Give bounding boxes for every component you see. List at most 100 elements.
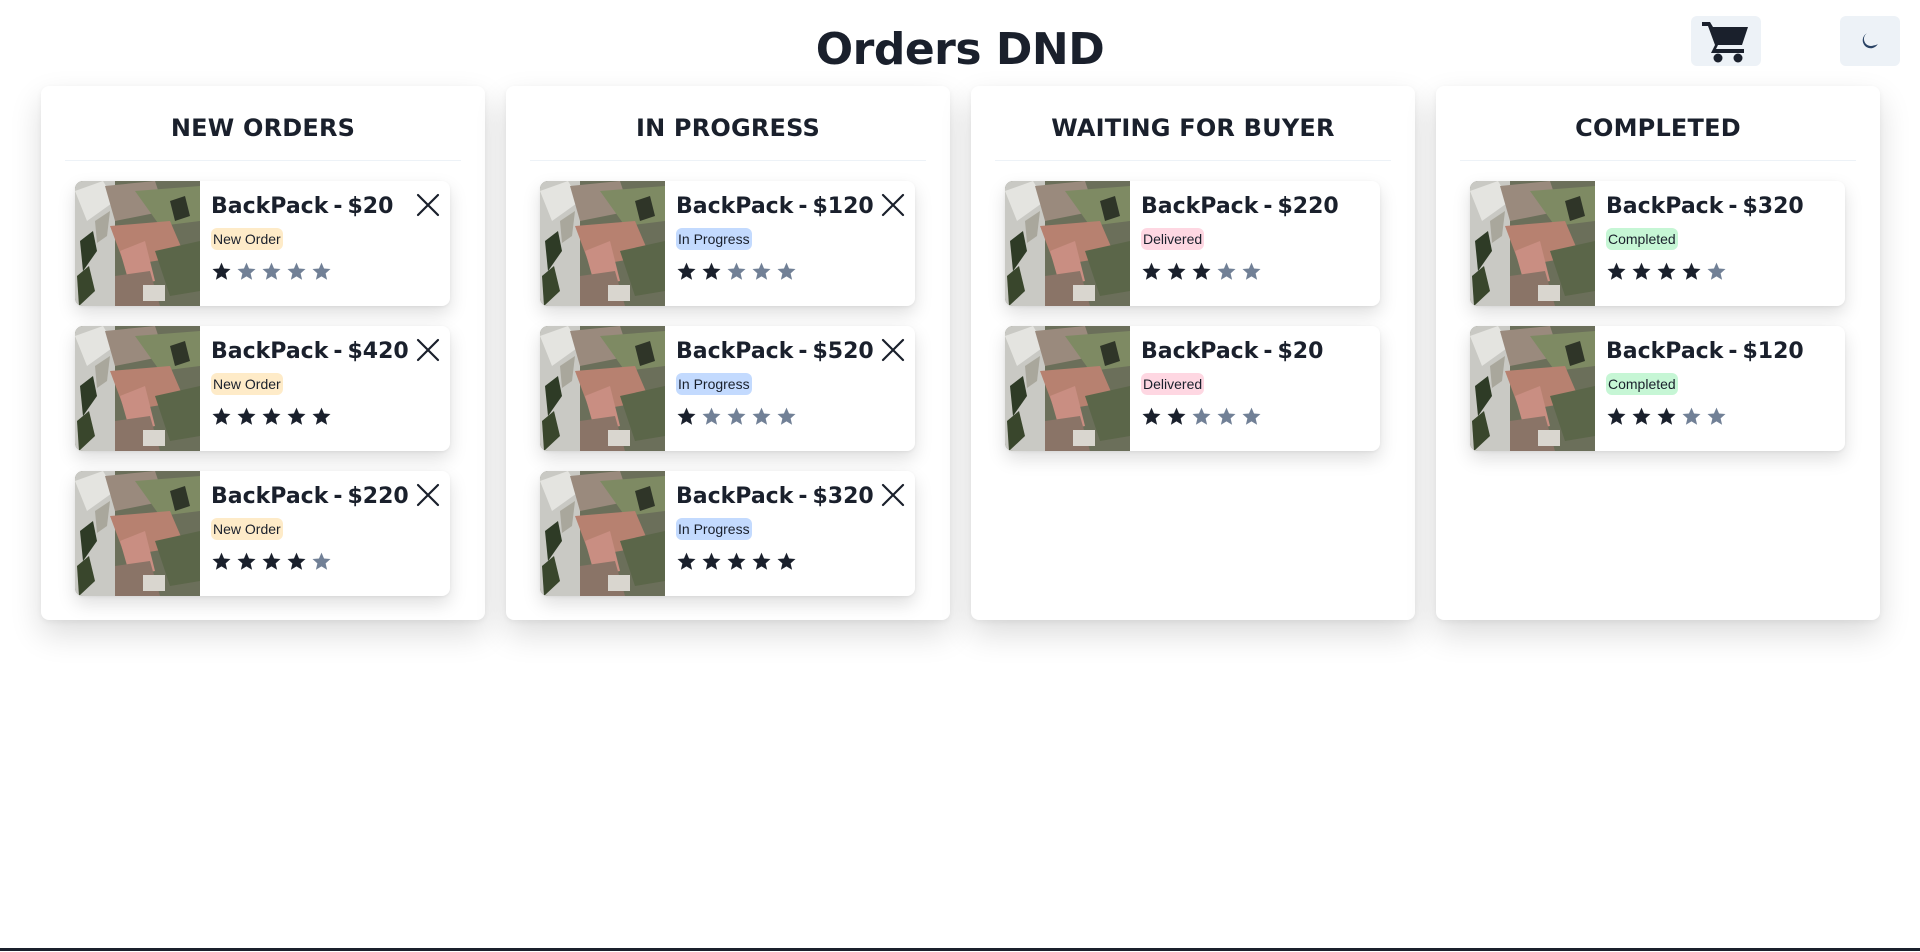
card-title: BackPack - $320 [1606,189,1845,225]
title-separator: - [333,339,343,364]
card-body: BackPack - $120 Completed [1595,326,1845,451]
status-badge: Completed [1606,373,1678,395]
star-icon [1142,407,1161,425]
title-separator: - [1728,194,1738,219]
rating-stars [1141,406,1380,427]
order-card[interactable]: BackPack - $220 New Order [75,471,450,596]
rating-stars [1141,261,1380,282]
star-icon [237,407,256,425]
star-icon [727,262,746,280]
star-icon [1192,262,1211,280]
backpack-image [540,181,665,306]
column-waiting-for-buyer[interactable]: WAITING FOR BUYER BackPack - $220 Delivered B… [971,86,1415,620]
card-title: BackPack - $120 [1606,334,1845,370]
column-completed[interactable]: COMPLETED BackPack - $320 Completed BackPack -… [1436,86,1880,620]
order-card[interactable]: BackPack - $520 In Progress [540,326,915,451]
product-price: $120 [812,194,874,219]
column-new-orders[interactable]: NEW ORDERS BackPack - $20 New Order BackPack -… [41,86,485,620]
star-icon [287,262,306,280]
order-card[interactable]: BackPack - $220 Delivered [1005,181,1380,306]
star-icon [677,262,696,280]
star-icon [1707,407,1726,425]
card-body: BackPack - $20 Delivered [1130,326,1380,451]
remove-order-button[interactable] [877,479,909,511]
title-separator: - [333,194,343,219]
star-icon [312,407,331,425]
backpack-image [1005,181,1130,306]
title-separator: - [798,339,808,364]
rating-stars [211,406,450,427]
product-name: BackPack [211,194,329,219]
star-icon [702,407,721,425]
column-in-progress[interactable]: IN PROGRESS BackPack - $120 In Progress BackP… [506,86,950,620]
close-icon [416,483,440,507]
order-card[interactable]: BackPack - $320 Completed [1470,181,1845,306]
star-icon [727,407,746,425]
card-list: BackPack - $320 Completed BackPack - $120 Compl… [1460,161,1856,451]
star-icon [237,552,256,570]
star-icon [1607,407,1626,425]
star-icon [777,262,796,280]
card-title: BackPack - $220 [1141,189,1380,225]
column-title: NEW ORDERS [65,86,461,161]
status-badge: In Progress [676,518,752,540]
rating-stars [676,551,915,572]
backpack-image [540,471,665,596]
theme-toggle-button[interactable] [1840,16,1900,66]
rating-stars [211,551,450,572]
product-price: $320 [812,484,874,509]
star-icon [1167,262,1186,280]
product-name: BackPack [676,339,794,364]
star-icon [1632,262,1651,280]
product-name: BackPack [676,484,794,509]
remove-order-button[interactable] [412,189,444,221]
star-icon [1217,262,1236,280]
remove-order-button[interactable] [412,479,444,511]
title-separator: - [798,194,808,219]
card-list: BackPack - $120 In Progress BackPack - $520 In … [530,161,926,596]
status-badge: In Progress [676,373,752,395]
order-card[interactable]: BackPack - $320 In Progress [540,471,915,596]
star-icon [1657,407,1676,425]
remove-order-button[interactable] [412,334,444,366]
close-icon [416,193,440,217]
star-icon [287,407,306,425]
product-price: $20 [347,194,394,219]
rating-stars [211,261,450,282]
order-card[interactable]: BackPack - $120 In Progress [540,181,915,306]
star-icon [262,407,281,425]
product-price: $20 [1277,339,1324,364]
product-price: $520 [812,339,874,364]
product-name: BackPack [211,339,329,364]
title-separator: - [1263,194,1273,219]
star-icon [702,552,721,570]
card-title: BackPack - $20 [1141,334,1380,370]
star-icon [312,262,331,280]
star-icon [1242,262,1261,280]
star-icon [777,407,796,425]
star-icon [262,262,281,280]
title-separator: - [798,484,808,509]
star-icon [752,262,771,280]
moon-icon [1862,33,1878,49]
product-name: BackPack [1141,194,1259,219]
remove-order-button[interactable] [877,334,909,366]
order-card[interactable]: BackPack - $420 New Order [75,326,450,451]
column-title: WAITING FOR BUYER [995,86,1391,161]
star-icon [1682,262,1701,280]
star-icon [1192,407,1211,425]
remove-order-button[interactable] [877,189,909,221]
star-icon [262,552,281,570]
product-price: $320 [1742,194,1804,219]
backpack-image [75,326,200,451]
star-icon [1632,407,1651,425]
order-card[interactable]: BackPack - $20 Delivered [1005,326,1380,451]
order-card[interactable]: BackPack - $120 Completed [1470,326,1845,451]
star-icon [287,552,306,570]
product-name: BackPack [211,484,329,509]
cart-button[interactable] [1691,16,1761,66]
product-price: $420 [347,339,409,364]
order-card[interactable]: BackPack - $20 New Order [75,181,450,306]
star-icon [237,262,256,280]
rating-stars [1606,406,1845,427]
